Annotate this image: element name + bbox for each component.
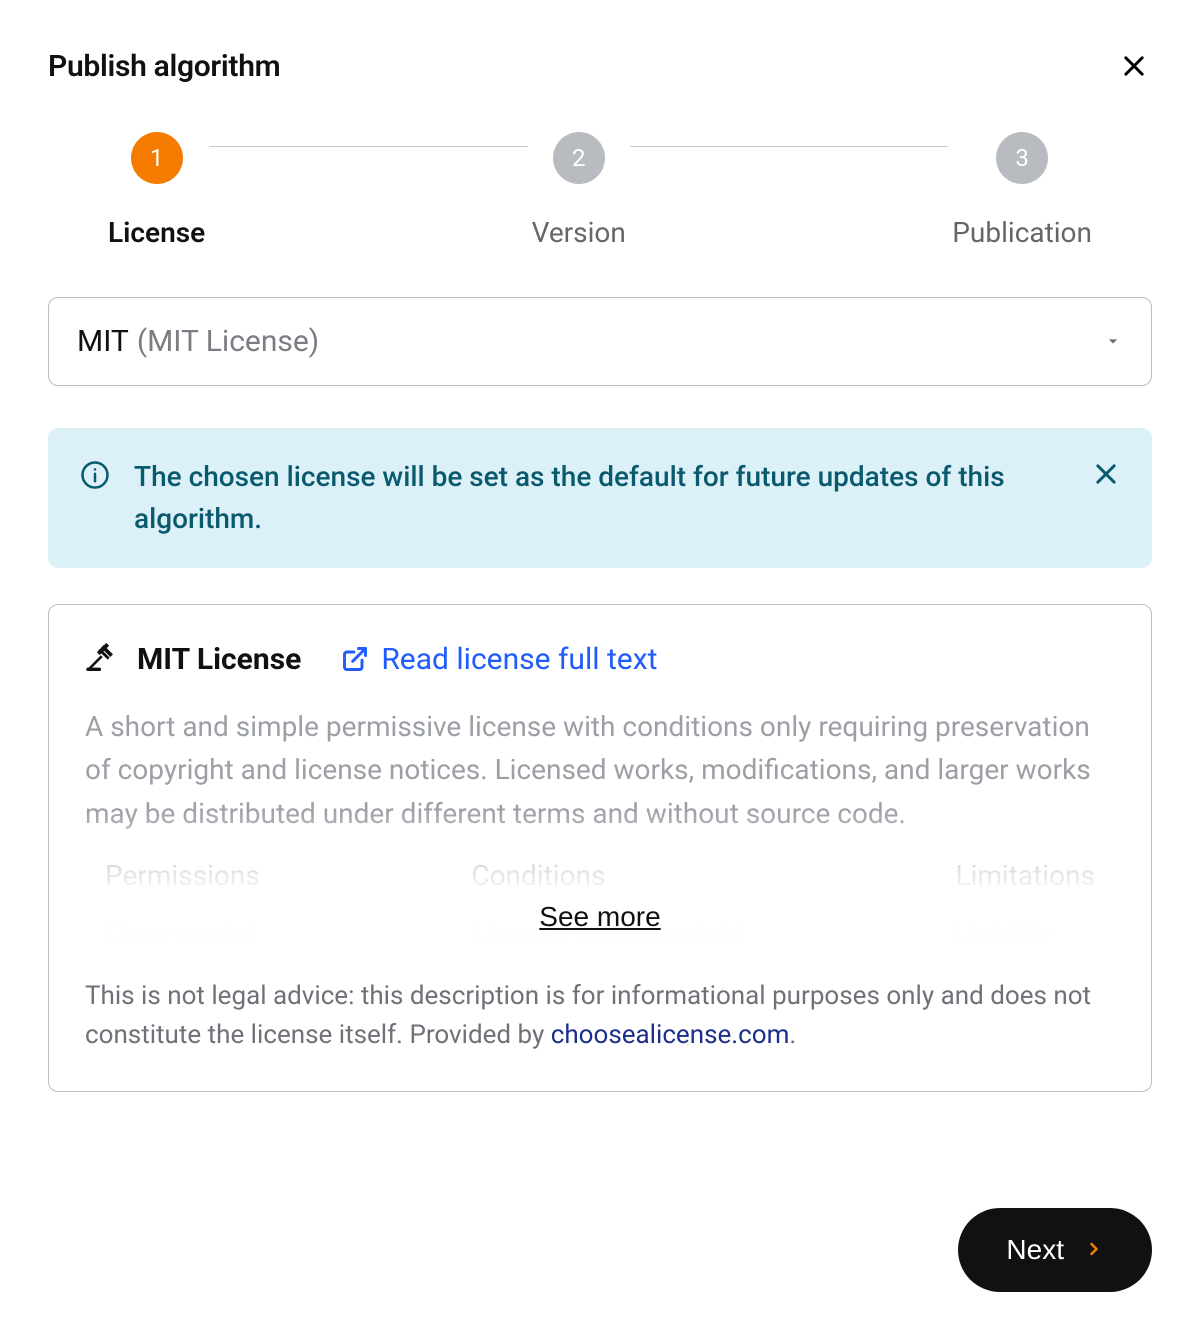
next-button[interactable]: Next — [958, 1208, 1152, 1292]
license-body: A short and simple permissive license wi… — [85, 705, 1115, 949]
license-name: MIT License — [137, 642, 301, 677]
chevron-right-icon — [1084, 1234, 1104, 1266]
limitations-header: Limitations — [955, 859, 1095, 892]
gavel-icon — [85, 641, 117, 677]
step-version[interactable]: 2 Version — [532, 132, 626, 249]
license-details-card: MIT License Read license full text A sho… — [48, 604, 1152, 1092]
license-header: MIT License Read license full text — [85, 641, 1115, 677]
license-select-wrapper: MIT (MIT License) — [48, 297, 1152, 386]
step-license[interactable]: 1 License — [108, 132, 205, 249]
step-label: Version — [532, 216, 626, 249]
limitations-column: Limitations Liability — [955, 859, 1095, 949]
limitations-item: Liability — [955, 916, 1095, 949]
permissions-item: Commercial — [105, 916, 260, 949]
license-description: A short and simple permissive license wi… — [85, 705, 1115, 835]
license-select-sub: (MIT License) — [137, 324, 319, 359]
step-publication[interactable]: 3 Publication — [952, 132, 1092, 249]
license-select-value: MIT (MIT License) — [77, 324, 319, 359]
permissions-header: Permissions — [105, 859, 260, 892]
step-number: 1 — [131, 132, 183, 184]
alert-close-button[interactable] — [1092, 460, 1120, 491]
modal-header: Publish algorithm — [48, 48, 1152, 84]
modal-footer: Next — [48, 1168, 1152, 1292]
step-label: License — [108, 216, 205, 249]
step-connector — [630, 146, 948, 147]
info-icon — [80, 460, 110, 494]
caret-down-icon — [1103, 324, 1123, 359]
close-button[interactable] — [1116, 48, 1152, 84]
alert-text: The chosen license will be set as the de… — [134, 456, 1068, 540]
disclaimer-suffix: . — [789, 1020, 796, 1050]
external-link-icon — [341, 645, 369, 673]
publish-algorithm-modal: Publish algorithm 1 License 2 Version 3 … — [0, 0, 1200, 1340]
see-more-button[interactable]: See more — [539, 901, 660, 933]
close-icon — [1092, 460, 1120, 488]
permissions-column: Permissions Commercial — [105, 859, 260, 949]
step-number: 2 — [553, 132, 605, 184]
choosealicense-link[interactable]: choosealicense.com — [551, 1020, 790, 1050]
license-select[interactable]: MIT (MIT License) — [48, 297, 1152, 386]
read-full-text-label: Read license full text — [381, 642, 657, 677]
step-label: Publication — [952, 216, 1092, 249]
conditions-header: Conditions — [471, 859, 744, 892]
modal-title: Publish algorithm — [48, 49, 280, 84]
next-button-label: Next — [1006, 1234, 1064, 1266]
read-full-text-link[interactable]: Read license full text — [341, 642, 657, 677]
license-disclaimer: This is not legal advice: this descripti… — [85, 977, 1115, 1055]
license-select-main: MIT — [77, 324, 129, 359]
step-connector — [209, 146, 527, 147]
default-license-alert: The chosen license will be set as the de… — [48, 428, 1152, 568]
close-icon — [1120, 52, 1148, 80]
stepper: 1 License 2 Version 3 Publication — [48, 132, 1152, 249]
step-number: 3 — [996, 132, 1048, 184]
